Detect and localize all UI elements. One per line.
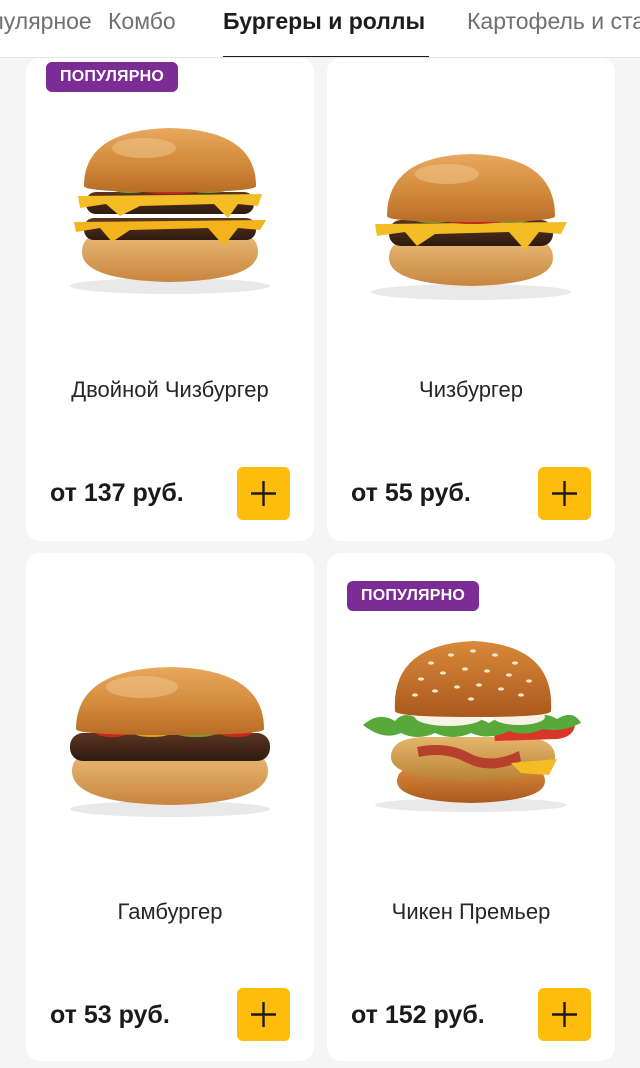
- product-price: от 55 руб.: [351, 479, 471, 507]
- product-card-cheeseburger[interactable]: Чизбургер от 55 руб.: [327, 58, 615, 541]
- tab-popular[interactable]: Популярное: [0, 6, 92, 36]
- tab-burgers-and-rolls[interactable]: Бургеры и роллы: [223, 6, 425, 36]
- product-name: Чизбургер: [419, 377, 523, 402]
- cheeseburger-image: [371, 154, 571, 300]
- product-card-hamburger[interactable]: Гамбургер от 53 руб.: [26, 553, 314, 1061]
- double-cheeseburger-image: [70, 128, 270, 294]
- plus-icon: [251, 1002, 276, 1027]
- popular-badge: ПОПУЛЯРНО: [347, 581, 479, 611]
- product-price: от 137 руб.: [50, 479, 184, 507]
- tab-combo[interactable]: Комбо: [108, 6, 176, 36]
- plus-icon: [251, 481, 276, 506]
- product-card-double-cheeseburger[interactable]: ПОПУЛЯРНО Двойной Чизбургер от 137 руб.: [26, 58, 314, 541]
- active-tab-indicator: [223, 56, 429, 57]
- plus-icon: [552, 1002, 577, 1027]
- popular-badge: ПОПУЛЯРНО: [46, 62, 178, 92]
- product-name: Двойной Чизбургер: [71, 377, 269, 402]
- hamburger-image: [70, 667, 270, 817]
- add-to-cart-button[interactable]: [538, 467, 591, 520]
- product-price: от 152 руб.: [351, 1001, 485, 1029]
- product-name: Гамбургер: [117, 899, 223, 924]
- tab-fries-and-starters[interactable]: Картофель и стартеры: [467, 6, 640, 36]
- add-to-cart-button[interactable]: [237, 467, 290, 520]
- product-card-chicken-premier[interactable]: ПОПУЛЯРНО Чикен Премьер от 152 руб.: [327, 553, 615, 1061]
- add-to-cart-button[interactable]: [237, 988, 290, 1041]
- add-to-cart-button[interactable]: [538, 988, 591, 1041]
- chicken-premier-image: [363, 641, 581, 812]
- category-tab-bar: Популярное Комбо Бургеры и роллы Картофе…: [0, 0, 640, 58]
- product-price: от 53 руб.: [50, 1001, 170, 1029]
- product-name: Чикен Премьер: [391, 899, 551, 924]
- plus-icon: [552, 481, 577, 506]
